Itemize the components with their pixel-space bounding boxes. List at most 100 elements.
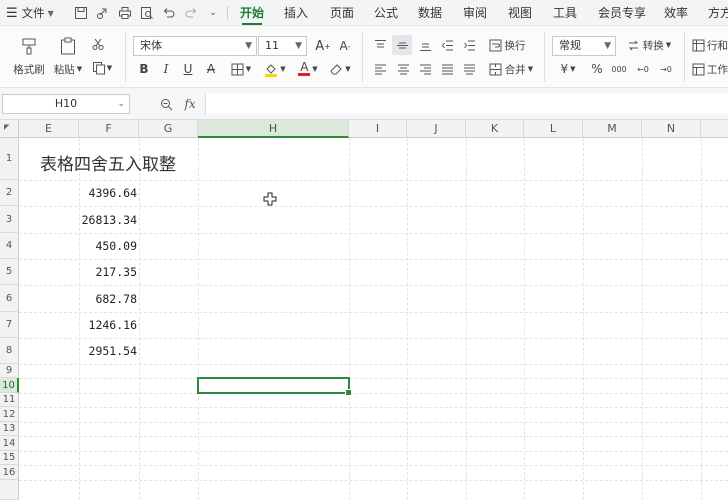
- increase-font-icon[interactable]: A +: [314, 36, 332, 56]
- column-header-partial[interactable]: [701, 120, 728, 138]
- column-header-n[interactable]: N: [642, 120, 701, 138]
- file-menu[interactable]: ☰ 文件 ▼: [6, 0, 54, 26]
- insert-function-icon[interactable]: fx: [180, 94, 200, 114]
- row-header-partial[interactable]: [0, 480, 19, 500]
- percent-icon[interactable]: %: [588, 60, 606, 78]
- column-header-l[interactable]: L: [524, 120, 583, 138]
- undo-icon[interactable]: [158, 2, 180, 24]
- align-bottom-icon[interactable]: [416, 36, 434, 54]
- active-cell-h10[interactable]: [197, 377, 352, 396]
- row-header-5[interactable]: 5: [0, 259, 19, 285]
- decrease-decimal-icon[interactable]: →0: [656, 60, 676, 78]
- increase-indent-icon[interactable]: [460, 36, 478, 54]
- underline-icon[interactable]: U: [180, 60, 196, 78]
- format-painter-button[interactable]: 格式刷: [8, 32, 50, 80]
- decrease-indent-icon[interactable]: [438, 36, 456, 54]
- increase-decimal-icon[interactable]: ←0: [633, 60, 653, 78]
- redo-icon[interactable]: [180, 2, 202, 24]
- align-right-icon[interactable]: [416, 60, 434, 78]
- worksheet-button[interactable]: 工作: [692, 60, 728, 78]
- decrease-font-icon[interactable]: A-: [336, 36, 354, 56]
- save-icon[interactable]: [70, 2, 92, 24]
- align-top-icon[interactable]: [371, 36, 389, 54]
- tab-data[interactable]: 数据: [418, 0, 442, 26]
- font-size-select[interactable]: 11 ▼: [258, 36, 307, 56]
- column-header-j[interactable]: J: [407, 120, 466, 138]
- tab-efficiency[interactable]: 效率: [664, 0, 688, 26]
- formula-input[interactable]: [205, 94, 728, 114]
- tab-page[interactable]: 页面: [330, 0, 354, 26]
- tab-insert[interactable]: 插入: [284, 0, 308, 26]
- row-header-3[interactable]: 3: [0, 206, 19, 233]
- tab-view[interactable]: 视图: [508, 0, 532, 26]
- tab-member[interactable]: 会员专享: [598, 0, 646, 26]
- justify-icon[interactable]: [438, 60, 456, 78]
- column-header-h[interactable]: H: [198, 120, 349, 138]
- cell-f5[interactable]: 217.35: [79, 265, 137, 279]
- distribute-icon[interactable]: [460, 60, 478, 78]
- align-middle-icon[interactable]: [392, 35, 412, 55]
- row-col-button[interactable]: 行和: [692, 36, 728, 54]
- tab-formulas[interactable]: 公式: [374, 0, 398, 26]
- column-header-i[interactable]: I: [349, 120, 407, 138]
- row-header-16[interactable]: 16: [0, 465, 19, 480]
- tab-fangfang[interactable]: 方方: [708, 0, 728, 26]
- row-header-12[interactable]: 12: [0, 407, 19, 422]
- align-left-icon[interactable]: [371, 60, 389, 78]
- row-header-8[interactable]: 8: [0, 338, 19, 364]
- row-header-2[interactable]: 2: [0, 180, 19, 206]
- column-header-e[interactable]: E: [19, 120, 79, 138]
- zoom-search-icon[interactable]: [156, 94, 176, 114]
- column-header-f[interactable]: F: [79, 120, 139, 138]
- row-header-6[interactable]: 6: [0, 285, 19, 312]
- cell-f6[interactable]: 682.78: [79, 292, 137, 306]
- paste-button[interactable]: 粘贴 ▼: [52, 32, 84, 80]
- fill-color-button[interactable]: ▼: [261, 60, 289, 78]
- merge-button[interactable]: 合并 ▼: [486, 60, 536, 78]
- row-header-14[interactable]: 14: [0, 436, 19, 451]
- align-center-icon[interactable]: [394, 60, 412, 78]
- cell-f2[interactable]: 4396.64: [79, 186, 137, 200]
- tab-tools[interactable]: 工具: [553, 0, 577, 26]
- more-chevron-icon[interactable]: ⌄: [202, 2, 224, 24]
- row-header-7[interactable]: 7: [0, 312, 19, 338]
- italic-icon[interactable]: I: [158, 60, 174, 78]
- sheet-title-cell[interactable]: 表格四舍五入取整: [40, 150, 176, 175]
- clear-format-button[interactable]: ▼: [326, 60, 354, 78]
- select-all-corner[interactable]: ◤: [0, 120, 19, 138]
- print-preview-icon[interactable]: [136, 2, 158, 24]
- cut-icon[interactable]: [88, 34, 108, 54]
- cell-f7[interactable]: 1246.16: [79, 318, 137, 332]
- column-header-m[interactable]: M: [583, 120, 642, 138]
- font-name-select[interactable]: 宋体 ▼: [133, 36, 257, 56]
- wrap-text-button[interactable]: 换行: [486, 36, 528, 54]
- bold-icon[interactable]: B: [136, 60, 152, 78]
- row-header-11[interactable]: 11: [0, 393, 19, 407]
- cell-f3[interactable]: 26813.34: [79, 213, 137, 227]
- copy-button[interactable]: ▼: [88, 58, 116, 78]
- row-header-9[interactable]: 9: [0, 364, 19, 378]
- column-header-g[interactable]: G: [139, 120, 198, 138]
- convert-button[interactable]: 转换 ▼: [623, 36, 675, 54]
- print-icon[interactable]: [114, 2, 136, 24]
- currency-button[interactable]: ¥ ▼: [555, 60, 581, 78]
- row-header-15[interactable]: 15: [0, 451, 19, 465]
- cell-f4[interactable]: 450.09: [79, 239, 137, 253]
- row-header-10[interactable]: 10: [0, 378, 19, 393]
- name-box[interactable]: H10 ⌄: [2, 94, 130, 114]
- cell-f8[interactable]: 2951.54: [79, 344, 137, 358]
- font-color-button[interactable]: A ▼: [294, 60, 322, 78]
- tab-home[interactable]: 开始: [240, 0, 264, 26]
- number-format-select[interactable]: 常规 ▼: [552, 36, 616, 56]
- row-header-13[interactable]: 13: [0, 422, 19, 436]
- fill-handle[interactable]: [345, 389, 352, 396]
- row-header-4[interactable]: 4: [0, 233, 19, 259]
- thousands-separator-icon[interactable]: 000: [609, 60, 629, 78]
- share-icon[interactable]: [92, 2, 114, 24]
- strikethrough-icon[interactable]: A: [203, 60, 219, 78]
- column-header-k[interactable]: K: [466, 120, 524, 138]
- clipboard-icon: [61, 37, 75, 54]
- row-header-1[interactable]: 1: [0, 138, 19, 180]
- border-button[interactable]: ▼: [228, 60, 254, 78]
- tab-review[interactable]: 审阅: [463, 0, 487, 26]
